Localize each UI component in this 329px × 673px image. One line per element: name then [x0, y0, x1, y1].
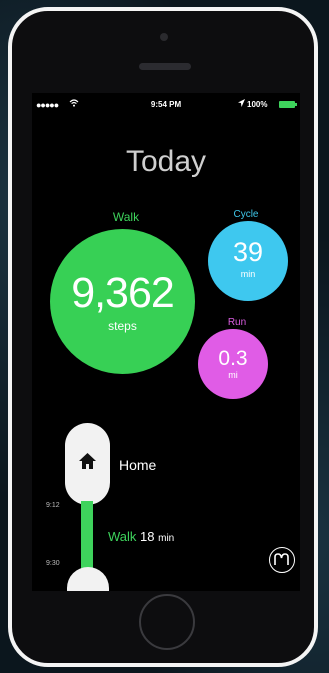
activity-type: Walk — [108, 529, 137, 544]
activity-duration: 18 — [140, 529, 155, 544]
front-camera — [160, 33, 168, 41]
cycle-unit: min — [240, 269, 256, 279]
page-title: Today — [125, 145, 207, 178]
walk-steps-unit: steps — [108, 319, 137, 333]
timeline-time-end: 9:30 — [46, 560, 60, 567]
run-label: Run — [227, 317, 247, 328]
walk-label: Walk — [112, 210, 140, 224]
home-button[interactable] — [139, 594, 195, 650]
timeline-time-start: 9:12 — [46, 502, 60, 509]
earpiece-speaker — [139, 63, 191, 70]
moves-logo-icon[interactable] — [269, 547, 295, 573]
walk-steps-value: 9,362 — [71, 269, 175, 317]
place-marker-home[interactable] — [65, 423, 110, 505]
timeline-end-cap — [67, 567, 109, 591]
run-value: 0.3 — [218, 347, 248, 370]
place-label[interactable]: Home — [119, 457, 156, 473]
cycle-summary-bubble[interactable]: 39 min — [208, 221, 288, 301]
cycle-value: 39 — [232, 237, 264, 267]
run-summary-bubble[interactable]: 0.3 mi — [198, 329, 268, 399]
activity-duration-unit: min — [158, 533, 175, 544]
cycle-label: Cycle — [233, 209, 259, 220]
activity-entry[interactable]: Walk 18 min — [108, 529, 174, 544]
phone-screen: ●●●●● 9:54 PM 100% Today Walk 9,362 step… — [32, 93, 300, 591]
battery-percent: 100% — [247, 100, 268, 109]
battery-icon — [279, 101, 297, 108]
home-icon — [78, 452, 97, 470]
walk-summary-bubble[interactable]: 9,362 steps — [50, 229, 195, 374]
walk-activity-track[interactable] — [81, 501, 93, 569]
location-arrow-icon — [238, 99, 245, 109]
run-unit: mi — [228, 370, 238, 380]
status-bar: ●●●●● 9:54 PM 100% — [32, 99, 300, 113]
